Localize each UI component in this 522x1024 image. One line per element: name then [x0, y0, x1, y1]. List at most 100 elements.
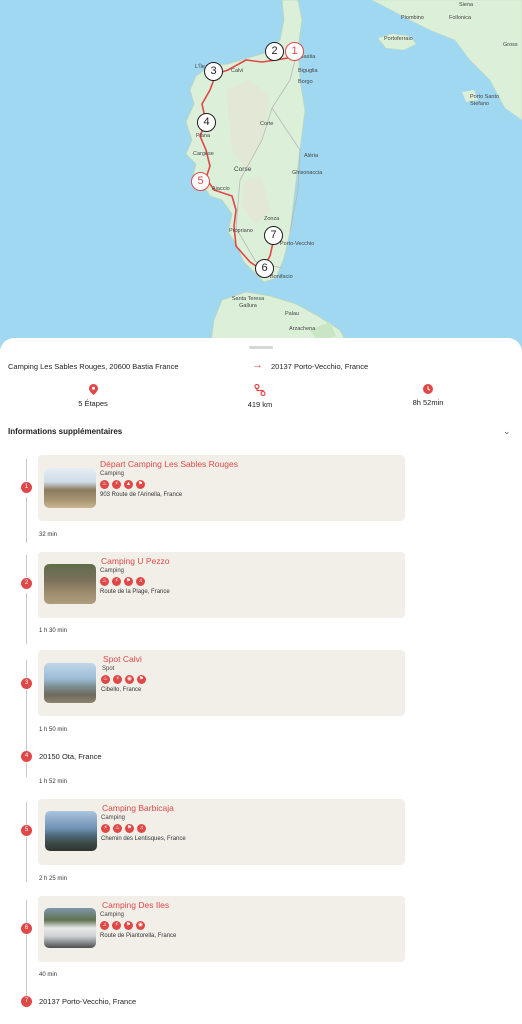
map-marker-2[interactable]: 2 [265, 42, 284, 61]
map-place: Corse [234, 166, 252, 173]
step-title[interactable]: Camping Des Iles [102, 900, 169, 910]
amenity-icon: ♫ [136, 577, 145, 586]
step-title[interactable]: Spot Calvi [103, 654, 142, 664]
step-number: 6 [21, 923, 32, 934]
route-destination: 20137 Porto-Vecchio, France [271, 362, 369, 371]
timeline-line [26, 555, 27, 577]
step-card[interactable]: Camping Des Iles Camping ♫ ⚡ ⚑ ◉ Route d… [38, 896, 405, 962]
step-type: Camping [100, 568, 125, 574]
step-number: 3 [21, 678, 32, 689]
timeline-line [26, 660, 27, 678]
chevron-down-icon[interactable]: ⌄ [503, 426, 511, 437]
step-type: Camping [101, 815, 126, 821]
map-place: Aléria [304, 153, 319, 159]
map-place: Porto Santo Stefano [470, 94, 500, 107]
arrow-right-icon: → [252, 359, 263, 371]
stat-duration-value: 8h 52min [412, 398, 444, 407]
map-place: Gross [503, 42, 518, 48]
map-place: Ajaccio [212, 186, 230, 192]
amenity-icons: ♫ ⚡ ⚑ ◉ [100, 921, 145, 930]
step-title[interactable]: Camping U Pezzo [101, 556, 170, 566]
map-marker-5[interactable]: 5 [191, 172, 210, 191]
amenity-icon: ♫ [137, 824, 146, 833]
leg-duration: 1 h 30 min [39, 628, 68, 634]
step-card[interactable]: Départ Camping Les Sables Rouges Camping… [38, 455, 405, 521]
campsite-photo [45, 811, 97, 851]
timeline-line [26, 802, 27, 825]
map-place: Zonza [264, 216, 280, 222]
map-place: Calvi [231, 68, 244, 74]
timeline-line [26, 593, 27, 644]
map-marker-3[interactable]: 3 [204, 62, 223, 81]
step-number: 1 [21, 482, 32, 493]
map-place: Cargèse [193, 151, 214, 157]
map-place: Santa Teresa Gallura [231, 296, 265, 309]
amenity-icon: ⚑ [124, 921, 133, 930]
map-marker-4[interactable]: 4 [197, 113, 216, 132]
leg-duration: 32 min [39, 532, 58, 538]
step-address: 903 Route de l'Arinella, France [100, 492, 183, 498]
map-place: Porto-Vecchio [280, 241, 315, 247]
timeline-line [26, 763, 27, 777]
step-card[interactable]: Camping U Pezzo Camping ♨ ⚡ ⚑ ♫ Route de… [38, 552, 405, 618]
map-place: Follonica [449, 15, 472, 21]
timeline-line [26, 935, 27, 996]
amenity-icon: ♨ [113, 824, 122, 833]
amenity-icon: ⚡ [101, 824, 110, 833]
amenity-icon: ♨ [101, 675, 110, 684]
step-card[interactable]: Spot Calvi Spot ♨ ⚡ ◉ ⚑ Cibello, France [38, 650, 405, 716]
timeline-line [26, 837, 27, 882]
amenity-icon: ⚑ [137, 675, 146, 684]
leg-duration: 2 h 25 min [39, 876, 68, 882]
pin-icon [88, 384, 98, 395]
amenity-icon: ⚑ [124, 577, 133, 586]
more-info-toggle[interactable]: Informations supplémentaires [8, 427, 122, 436]
step-address: Chemin des Lentisques, France [101, 836, 186, 842]
step-address: Cibello, France [101, 687, 142, 693]
map-place: Piana [196, 133, 211, 139]
amenity-icon: ⚡ [113, 675, 122, 684]
amenity-icons: ♨ ⚡ ⚑ ♫ [100, 577, 145, 586]
map-place: Borgo [298, 79, 313, 85]
amenity-icon: ▲ [124, 480, 133, 489]
campsite-photo [44, 908, 96, 948]
timeline-line [26, 497, 27, 543]
map-marker-1[interactable]: 1 [285, 42, 304, 61]
amenity-icon: ⚑ [136, 480, 145, 489]
map-place: Ghisonaccia [292, 170, 323, 176]
stop-address[interactable]: 20137 Porto-Vecchio, France [39, 997, 136, 1006]
step-number: 4 [21, 751, 32, 762]
timeline-line [26, 900, 27, 923]
clock-icon [423, 384, 433, 394]
map-place: Portoferraio [384, 36, 413, 42]
map-place: Palau [285, 311, 300, 317]
amenity-icons: ♨ ⚡ ▲ ⚑ [100, 480, 145, 489]
step-number: 2 [21, 578, 32, 589]
step-address: Route de la Plage, France [100, 589, 170, 595]
route-map[interactable]: Piombino Follonica Portoferraio Gross Po… [0, 0, 522, 350]
step-card[interactable]: Camping Barbicaja Camping ⚡ ♨ ⚑ ♫ Chemin… [38, 799, 405, 865]
timeline-line [26, 690, 27, 751]
route-start: Camping Les Sables Rouges, 20600 Bastia … [8, 362, 179, 371]
step-number: 5 [21, 825, 32, 836]
step-type: Spot [102, 666, 115, 672]
step-title[interactable]: Camping Barbicaja [102, 803, 174, 813]
amenity-icons: ⚡ ♨ ⚑ ♫ [101, 824, 146, 833]
drag-handle[interactable] [249, 346, 273, 349]
amenity-icon: ⚡ [112, 921, 121, 930]
map-place: Biguglia [298, 68, 318, 74]
amenity-icon: ◉ [125, 675, 134, 684]
campsite-photo [44, 663, 96, 703]
map-marker-6[interactable]: 6 [255, 259, 274, 278]
map-place: Arzachena [289, 326, 316, 332]
stat-etapes-value: 5 Étapes [78, 399, 108, 408]
map-marker-7[interactable]: 7 [264, 226, 283, 245]
map-place: Siena [459, 2, 474, 8]
timeline-line [26, 459, 27, 481]
map-place: Bonifacio [270, 274, 293, 280]
leg-duration: 1 h 52 min [39, 779, 68, 785]
stat-duration: 8h 52min [388, 384, 468, 407]
stop-address[interactable]: 20150 Ota, France [39, 752, 102, 761]
step-title[interactable]: Départ Camping Les Sables Rouges [100, 459, 238, 469]
amenity-icon: ⚡ [112, 577, 121, 586]
